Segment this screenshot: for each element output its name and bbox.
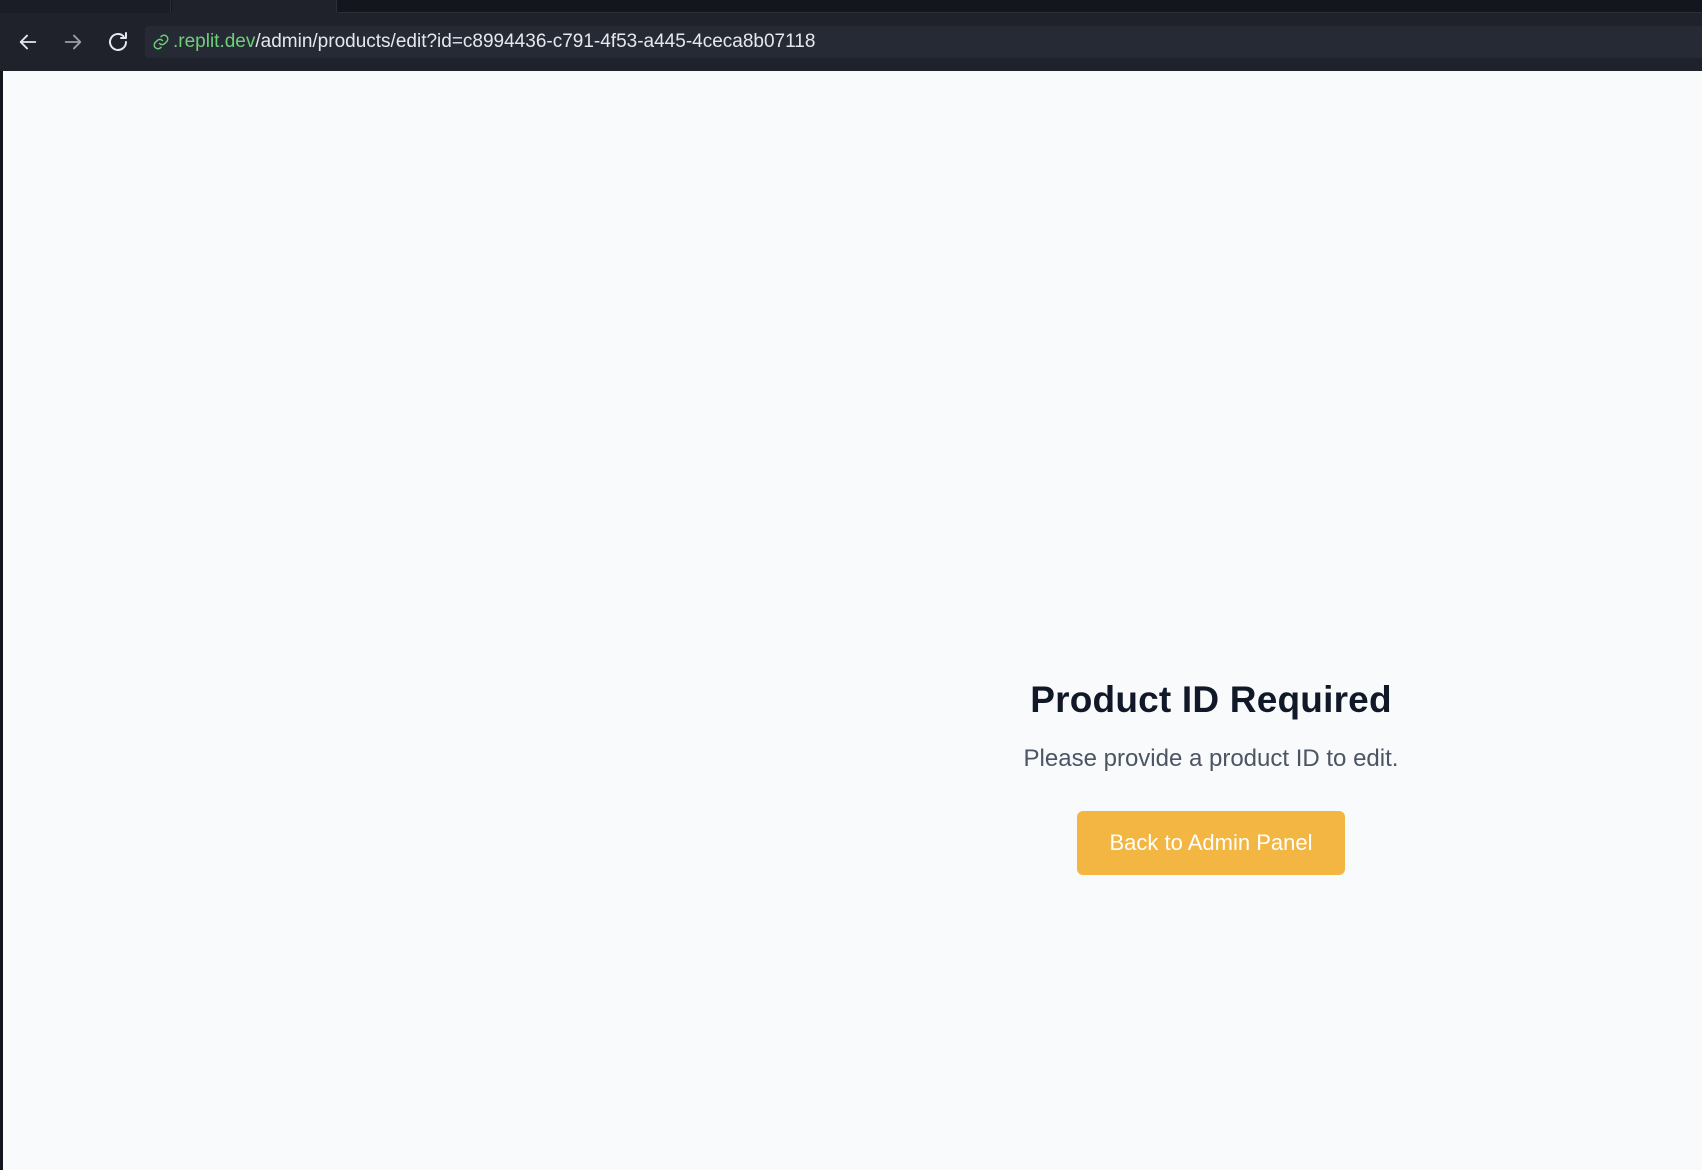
forward-button[interactable] xyxy=(60,29,86,55)
arrow-left-icon xyxy=(19,34,37,50)
url-text[interactable]: .replit.dev/admin/products/edit?id=c8994… xyxy=(173,31,815,53)
link-icon xyxy=(151,32,171,52)
back-button[interactable] xyxy=(15,29,41,55)
reload-icon xyxy=(109,32,127,51)
page-content xyxy=(3,71,1702,1170)
browser-chrome: .replit.dev/admin/products/edit?id=c8994… xyxy=(0,0,1702,71)
browser-tab-active[interactable] xyxy=(172,0,337,13)
error-panel: Product ID Required Please provide a pro… xyxy=(911,676,1511,875)
error-message: Please provide a product ID to edit. xyxy=(1023,745,1399,772)
page-title: Product ID Required xyxy=(1030,679,1392,720)
browser-tab[interactable] xyxy=(0,0,171,13)
reload-button[interactable] xyxy=(105,29,131,55)
address-bar[interactable]: .replit.dev/admin/products/edit?id=c8994… xyxy=(145,26,1702,58)
arrow-right-icon xyxy=(64,34,82,50)
back-to-admin-button[interactable]: Back to Admin Panel xyxy=(1077,811,1345,875)
tab-strip xyxy=(0,0,1702,13)
url-domain: .replit.dev xyxy=(173,31,256,52)
browser-toolbar: .replit.dev/admin/products/edit?id=c8994… xyxy=(0,13,1702,71)
url-path: /admin/products/edit?id=c8994436-c791-4f… xyxy=(255,31,816,52)
